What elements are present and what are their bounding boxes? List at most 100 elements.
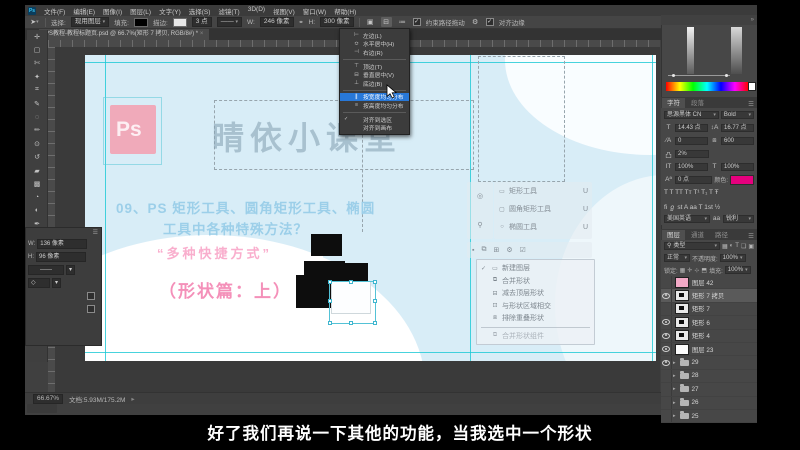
layer-row[interactable]: ▸ 28 [661,369,757,384]
menu-item[interactable]: 文件(F) [44,6,65,16]
visibility-toggle[interactable] [661,396,672,409]
transform-bounding-box[interactable] [328,280,377,325]
path-arrangement-icon[interactable]: ≔ [397,17,408,27]
align-menu-item[interactable]: ✓ ≡ 按高度均匀分布 [340,101,409,110]
layer-row[interactable]: ▸ 图层 23 [661,342,757,357]
font-size-field[interactable]: 14.43 点 [675,123,708,132]
tab-channels[interactable]: 通道 [686,230,709,240]
visibility-toggle[interactable] [661,369,672,383]
opentype-feature-buttons[interactable]: fi ℊ st A aa T 1st ½ [661,199,757,212]
height-field[interactable]: 300 像素 [320,17,354,27]
dropdown-caret-icon[interactable]: ▾ [66,264,76,275]
group-caret-icon[interactable]: ▸ [673,386,676,392]
marquee-tool-icon[interactable]: ▢ [27,43,48,56]
lock-pixels-icon[interactable]: ✛ [687,267,692,274]
transform-handle[interactable] [373,321,377,325]
leading-field[interactable]: 16.77 点 [721,123,754,132]
align-menu-item[interactable]: ✓ [343,111,406,113]
layer-row[interactable]: ▸ 矩形 4 [661,329,757,343]
transform-handle[interactable] [373,299,377,303]
filter-pixel-icon[interactable]: ▦ [722,243,728,250]
group-caret-icon[interactable]: ▸ [673,413,676,419]
align-menu-item[interactable]: ✓ 对齐到画布 [340,123,409,132]
transform-handle[interactable] [328,321,332,325]
zoom-level-field[interactable]: 66.67% [33,393,64,404]
menu-item[interactable]: 帮助(H) [334,6,356,16]
panel-menu-icon[interactable]: ☰ [748,232,757,240]
white-color-swatch[interactable] [748,82,756,91]
menu-item[interactable]: 文字(Y) [159,6,181,16]
heal-tool-icon[interactable]: ◌ [27,110,48,123]
align-menu-item[interactable]: ✓ ⊥ 底边(B) [340,79,409,88]
visibility-toggle[interactable] [661,342,672,356]
lasso-tool-icon[interactable]: ✄ [27,57,48,70]
move-tool-icon[interactable]: ✛ [27,30,48,43]
menu-item[interactable]: 3D(D) [248,6,265,16]
black-square-shape[interactable] [341,263,368,281]
font-style-dropdown[interactable]: Bold ▾ [720,110,754,119]
gradient-tool-icon[interactable]: ▩ [27,177,48,190]
opacity-field[interactable]: 100% ▾ [719,254,746,262]
layer-row[interactable]: ▸ 矩形 7 [661,302,757,317]
tab-paths[interactable]: 路径 [710,230,733,240]
align-edges-checkbox[interactable]: ✓ [485,18,494,26]
tab-layers[interactable]: 图层 [662,230,685,240]
dropdown-caret-icon[interactable]: ▾ [52,277,62,288]
color-slider[interactable] [668,74,730,77]
align-menu-item[interactable]: ✓ [343,58,406,60]
eyedropper-tool-icon[interactable]: ✎ [27,97,48,110]
menu-item[interactable]: 图层(L) [130,6,151,16]
align-menu-item[interactable]: ✓ ⊣ 右边(R) [340,48,409,57]
layer-row[interactable]: ▸ 矩形 6 [661,316,757,330]
eraser-tool-icon[interactable]: ▰ [27,164,48,177]
horizontal-scale-field[interactable]: 100% [721,162,754,171]
constrain-path-checkbox[interactable]: ✓ [412,18,421,26]
link-dimensions-icon[interactable]: ⚭ [299,19,304,26]
layer-row[interactable]: ▸ 图层 42 [661,276,757,290]
align-menu-item[interactable]: ✓ ≎ 水平居中(H) [340,40,409,49]
prop-checkbox[interactable] [87,291,95,300]
transform-handle[interactable] [328,280,332,284]
layer-row[interactable]: ▸ 26 [661,396,757,410]
menu-item[interactable]: 滤镜(T) [218,6,239,16]
lock-transparent-icon[interactable]: ▦ [680,267,686,274]
align-menu-item[interactable]: ✓ 对齐到选区 [340,115,409,124]
blur-tool-icon[interactable]: ◔ [27,191,48,204]
fill-field[interactable]: 100% ▾ [724,266,751,274]
vertical-scale-field[interactable]: 100% [675,162,708,171]
group-caret-icon[interactable]: ▸ [673,400,676,406]
text-color-swatch[interactable] [730,174,754,185]
panel-menu-icon[interactable]: ☰ [748,100,757,108]
panel-menu-icon[interactable]: ☰ [26,228,101,237]
group-caret-icon[interactable]: ▸ [673,360,676,366]
menu-item[interactable]: 图像(I) [103,6,122,16]
tab-character[interactable]: 字符 [662,98,685,108]
filter-adjustment-icon[interactable]: ◐ [730,243,734,249]
stroke-width-field[interactable]: 3 点 [191,17,212,27]
stroke-style-dropdown[interactable]: —— ▾ [216,17,243,27]
font-family-dropdown[interactable]: 思源黑体 CN ▾ [664,110,719,119]
menu-item[interactable]: 窗口(W) [303,6,326,16]
menu-item[interactable]: 编辑(E) [73,6,95,16]
proportional-spacing-field[interactable]: 2% [675,149,709,158]
visibility-toggle[interactable] [661,383,672,396]
fill-swatch[interactable] [133,17,148,27]
menu-item[interactable]: 视图(V) [273,6,295,16]
stroke-type-dropdown[interactable]: ◇ [28,277,50,288]
lock-all-icon[interactable]: ⬒ [701,267,707,274]
slider-knob[interactable] [672,74,675,77]
stamp-tool-icon[interactable]: ⊙ [27,137,48,150]
layer-row[interactable]: ▸ 29 [661,356,757,370]
visibility-toggle[interactable] [661,316,672,329]
transform-handle[interactable] [349,321,353,325]
width-field[interactable]: 246 像素 [259,17,294,27]
document-tab[interactable]: PS教程-教程标题页.psd @ 66.7%(矩形 7 拷贝, RGB/8#) … [39,29,210,40]
group-caret-icon[interactable]: ▸ [673,373,676,379]
brush-tool-icon[interactable]: ✏ [27,124,48,137]
menu-item[interactable]: 选择(S) [189,6,211,16]
kerning-field[interactable]: 0 [675,136,708,145]
tab-paragraph[interactable]: 段落 [686,98,709,108]
prop-width-field[interactable]: 136 像素 [37,238,88,249]
panel-collapse-bar[interactable]: » [661,15,757,25]
history-brush-tool-icon[interactable]: ↺ [27,151,48,164]
